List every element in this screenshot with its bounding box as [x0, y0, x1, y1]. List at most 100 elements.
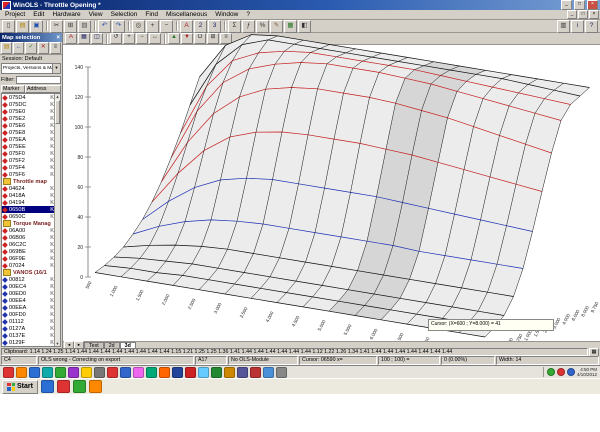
map-item[interactable]: 06C2C K: [2, 241, 60, 248]
map-item[interactable]: 0418A K: [2, 192, 60, 199]
titlebar[interactable]: WinOLS - Throttle Opening * _ □ ×: [0, 0, 600, 10]
map-folder[interactable]: Throttle map: [2, 178, 60, 185]
tab-scroll-right[interactable]: ►: [74, 341, 84, 348]
map-item[interactable]: 0137E K: [2, 332, 60, 339]
taskbar-icon-10[interactable]: [120, 366, 131, 378]
percent-icon[interactable]: %: [256, 19, 269, 33]
map-item[interactable]: 0650B K: [2, 206, 60, 213]
taskbar-icon-21[interactable]: [263, 366, 274, 378]
tab-text[interactable]: Text: [84, 342, 104, 348]
map-folder[interactable]: VANOS (16/1: [2, 269, 60, 276]
chevron-down-icon[interactable]: ▼: [52, 64, 60, 73]
list-scrollbar[interactable]: ▲ ▼: [54, 94, 60, 346]
maps-icon[interactable]: ▦: [284, 19, 297, 33]
grid-icon[interactable]: ⊞: [207, 33, 219, 44]
scroll-up-icon[interactable]: ▲: [55, 94, 60, 99]
fit-icon[interactable]: ↔: [149, 33, 161, 44]
map-item[interactable]: 075E2 K: [2, 115, 60, 122]
menu-window[interactable]: Window: [211, 11, 242, 18]
zoom-in-icon[interactable]: +: [146, 19, 159, 33]
rotate-icon[interactable]: ↺: [110, 33, 122, 44]
map-item[interactable]: 01112 K: [2, 318, 60, 325]
taskbar-icon-15[interactable]: [185, 366, 196, 378]
map-item[interactable]: 00812 K: [2, 276, 60, 283]
taskbar-icon-22[interactable]: [276, 366, 287, 378]
taskbar-icon-7[interactable]: [81, 366, 92, 378]
tray-icon-3[interactable]: [566, 368, 575, 376]
map-item[interactable]: 075EA K: [2, 136, 60, 143]
tray-icon-2[interactable]: [556, 368, 565, 376]
taskbar-icon-20[interactable]: [250, 366, 261, 378]
scroll-down-icon[interactable]: ▼: [55, 341, 60, 346]
map-item[interactable]: 00EC4 K: [2, 283, 60, 290]
mode-3d-icon[interactable]: ◫: [91, 33, 103, 44]
taskbar-icon-14[interactable]: [172, 366, 183, 378]
map-item[interactable]: 075E6 K: [2, 122, 60, 129]
taskbar-icon-11[interactable]: [133, 366, 144, 378]
map-item[interactable]: 06B06 K: [2, 234, 60, 241]
apply-icon[interactable]: ✓: [25, 42, 37, 54]
map-item[interactable]: 069BE K: [2, 248, 60, 255]
map-item[interactable]: 075E0 K: [2, 108, 60, 115]
map-item[interactable]: 075EE K: [2, 143, 60, 150]
panel-close-icon[interactable]: ×: [56, 35, 60, 41]
map-item[interactable]: 075F6 K: [2, 171, 60, 178]
taskbar-icon-12[interactable]: [146, 366, 157, 378]
map-item[interactable]: 00EEA K: [2, 304, 60, 311]
view-text-icon[interactable]: A: [180, 19, 193, 33]
new-icon[interactable]: ▯: [2, 19, 15, 33]
map-item[interactable]: 04194 K: [2, 199, 60, 206]
zoom-out-icon[interactable]: −: [160, 19, 173, 33]
taskbar-icon-18[interactable]: [224, 366, 235, 378]
map-item[interactable]: 075DC K: [2, 101, 60, 108]
taskbar-icon-8[interactable]: [94, 366, 105, 378]
cut-icon[interactable]: ✂: [50, 19, 63, 33]
menu-project[interactable]: Project: [1, 11, 29, 18]
map-item[interactable]: 0127A K: [2, 325, 60, 332]
surface-plot[interactable]: 0 20 40 60 80 100 120 140 500 1.000 1.500 2.000 2.50…: [63, 34, 600, 348]
taskbar-icon-2[interactable]: [16, 366, 27, 378]
map-folder[interactable]: Torque Manag: [2, 220, 60, 227]
map-item[interactable]: 075F4 K: [2, 164, 60, 171]
map-item[interactable]: 07024 K: [2, 262, 60, 269]
tray-icon-1[interactable]: [546, 368, 555, 376]
map-item[interactable]: 06A00 K: [2, 227, 60, 234]
redo-icon[interactable]: ↷: [112, 19, 125, 33]
paste-icon[interactable]: ▨: [78, 19, 91, 33]
map-item[interactable]: 00FD0 K: [2, 311, 60, 318]
tab-3d[interactable]: 3d: [119, 342, 136, 348]
scope-dropdown[interactable]: Projects, Versions & Maps (Ctr ▼: [1, 63, 61, 74]
new-folder-icon[interactable]: ▤: [1, 42, 13, 54]
mode-2d-icon[interactable]: ▦: [78, 33, 90, 44]
taskbar-icon-5[interactable]: [55, 366, 66, 378]
taskbar-icon-19[interactable]: [237, 366, 248, 378]
menu-find[interactable]: Find: [141, 11, 162, 18]
mdi-restore-button[interactable]: □: [578, 10, 588, 19]
decrease-icon[interactable]: ▼: [181, 33, 193, 44]
copy-icon[interactable]: ⊞: [64, 19, 77, 33]
tab-2d[interactable]: 2d: [103, 342, 120, 348]
maximize-button[interactable]: □: [574, 0, 585, 10]
mode-text-icon[interactable]: A: [65, 33, 77, 44]
menu-miscellaneous[interactable]: Miscellaneous: [162, 11, 211, 18]
window-list-icon[interactable]: ▥: [557, 19, 570, 33]
zoom-out-icon[interactable]: −: [136, 33, 148, 44]
map-item[interactable]: 0129F K: [2, 339, 60, 346]
column-address[interactable]: Address: [25, 85, 61, 93]
menu-view[interactable]: View: [85, 11, 107, 18]
save-icon[interactable]: ▣: [30, 19, 43, 33]
taskbar-icon-6[interactable]: [68, 366, 79, 378]
delete-icon[interactable]: ✕: [37, 42, 49, 54]
properties-icon[interactable]: ≡: [49, 42, 62, 54]
menu-selection[interactable]: Selection: [107, 11, 142, 18]
taskbar-icon-9[interactable]: [107, 366, 118, 378]
map-item[interactable]: 0650C K: [2, 213, 60, 220]
tray-clock[interactable]: 4:50 PM 4/10/2012: [577, 367, 597, 377]
view-2d-icon[interactable]: 2: [194, 19, 207, 33]
column-marker[interactable]: Marker: [1, 85, 25, 93]
menu-hardware[interactable]: Hardware: [48, 11, 84, 18]
filter-input[interactable]: [15, 75, 61, 84]
function-icon[interactable]: ƒ: [242, 19, 255, 33]
increase-icon[interactable]: ▲: [168, 33, 180, 44]
menu-edit[interactable]: Edit: [29, 11, 48, 18]
